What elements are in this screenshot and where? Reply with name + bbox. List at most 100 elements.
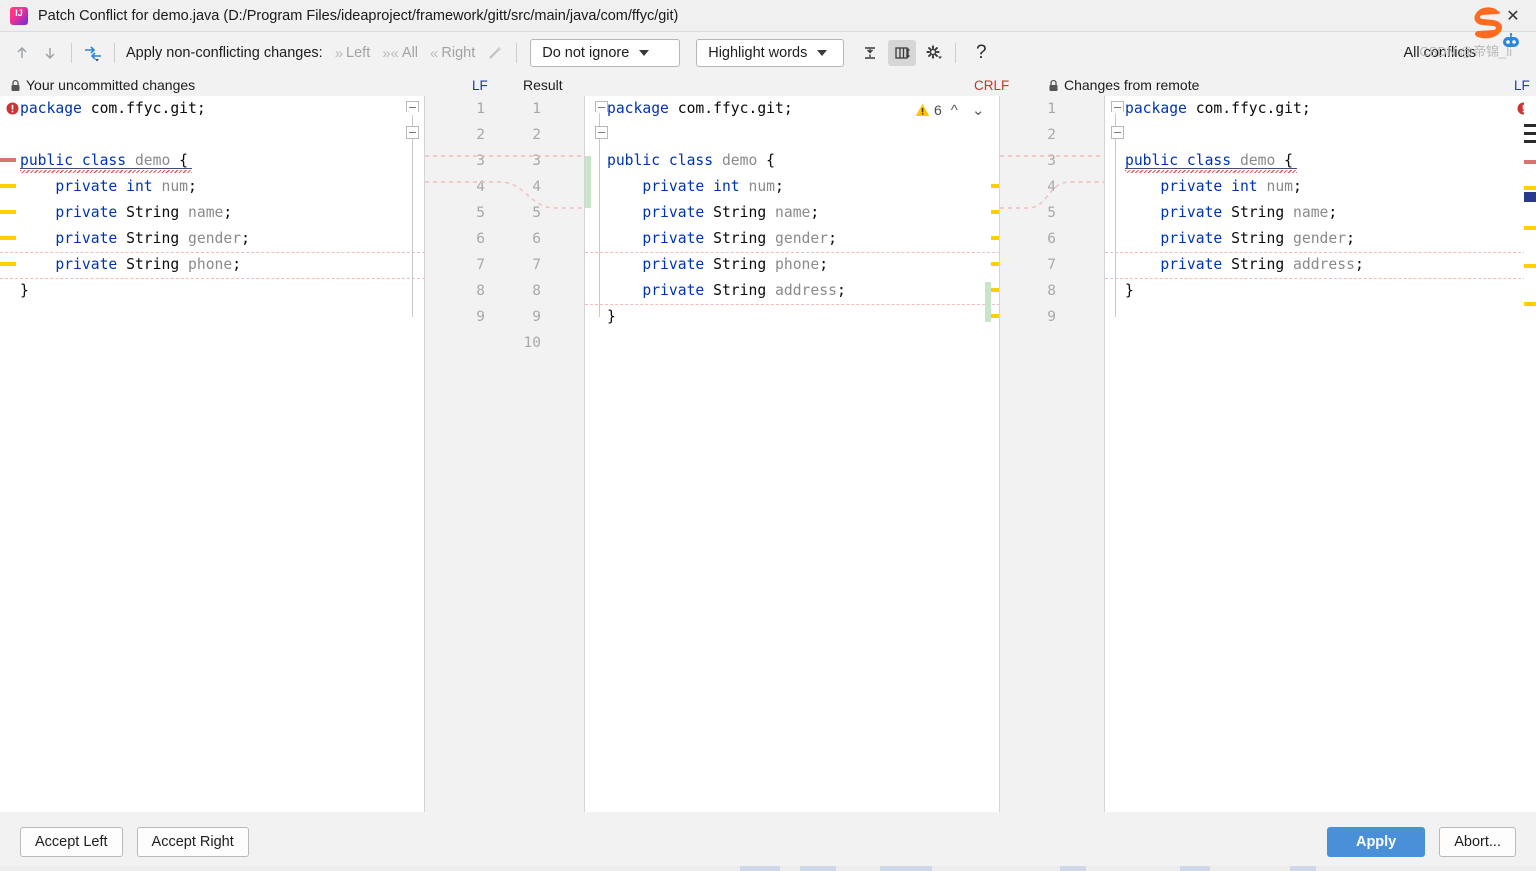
apply-button[interactable]: Apply xyxy=(1326,826,1426,857)
code-token: int xyxy=(713,178,740,195)
help-icon[interactable]: ? xyxy=(967,40,995,66)
left-fold-marker-2[interactable] xyxy=(406,126,419,139)
center-editor-pane[interactable]: package com.ffyc.git; public class demo … xyxy=(585,96,1000,812)
right-marker-strip[interactable] xyxy=(1524,96,1536,812)
editor-layout-icon[interactable] xyxy=(888,40,917,66)
right-fold-marker-1[interactable] xyxy=(1111,101,1124,112)
left-eol-label[interactable]: LF xyxy=(472,74,488,96)
code-token: String xyxy=(704,256,776,273)
apply-right-button[interactable]: « Right xyxy=(424,40,481,66)
line-number: 8 xyxy=(532,283,541,299)
bottom-scroll-indicator[interactable] xyxy=(0,866,1536,871)
code-line[interactable] xyxy=(607,122,1000,148)
code-line[interactable]: private String name; xyxy=(607,200,1000,226)
collapse-unchanged-icon[interactable] xyxy=(856,40,884,66)
warning-count: 6 xyxy=(934,102,942,118)
sogou-logo-icon xyxy=(1466,2,1508,44)
code-line[interactable]: package com.ffyc.git; xyxy=(20,96,425,122)
left-code-block[interactable]: package com.ffyc.git; public class demo … xyxy=(20,96,425,330)
code-line[interactable]: private String address; xyxy=(607,278,1000,304)
code-line[interactable]: } xyxy=(1125,278,1536,304)
right-fold-marker-2[interactable] xyxy=(1111,126,1124,139)
code-token: num xyxy=(1266,178,1294,195)
line-number: 4 xyxy=(476,179,485,195)
line-number: 3 xyxy=(532,153,541,169)
chevron-up-icon[interactable]: ^ xyxy=(946,102,963,119)
code-line[interactable]: private int num; xyxy=(20,174,425,200)
code-token: demo xyxy=(721,152,758,169)
highlight-policy-dropdown[interactable]: Highlight words xyxy=(696,39,845,67)
code-line[interactable]: private String gender; xyxy=(20,226,425,252)
code-line[interactable] xyxy=(20,122,425,148)
chevron-down-icon-nav[interactable]: ⌄ xyxy=(967,101,990,119)
code-line[interactable]: private String name; xyxy=(1125,200,1536,226)
code-token: private xyxy=(55,230,118,247)
marker-caret xyxy=(1524,192,1536,202)
code-line[interactable]: private String gender; xyxy=(1125,226,1536,252)
chevron-left-double-icon: « xyxy=(430,44,439,62)
code-line[interactable]: private String address; xyxy=(1125,252,1536,278)
line-number: 8 xyxy=(1047,283,1056,299)
line-number: 7 xyxy=(476,257,485,273)
code-line[interactable] xyxy=(607,330,1000,356)
code-line[interactable]: package com.ffyc.git; xyxy=(1125,96,1536,122)
right-code-block[interactable]: package com.ffyc.git; public class demo … xyxy=(1125,96,1536,330)
title-bar: Patch Conflict for demo.java (D:/Program… xyxy=(0,0,1536,32)
code-line[interactable]: } xyxy=(607,304,1000,330)
code-line[interactable]: private int num; xyxy=(607,174,1000,200)
gear-icon[interactable] xyxy=(920,40,948,66)
abort-button[interactable]: Abort... xyxy=(1439,826,1516,857)
code-token: String xyxy=(117,204,189,221)
code-token: class xyxy=(668,152,714,169)
code-token: ; xyxy=(836,282,846,299)
apply-left-button[interactable]: » Left xyxy=(329,40,377,66)
code-line[interactable] xyxy=(1125,122,1536,148)
next-difference-button[interactable] xyxy=(36,40,64,66)
accept-left-button[interactable]: Accept Left xyxy=(20,826,123,857)
previous-difference-button[interactable] xyxy=(8,40,36,66)
code-line[interactable]: private String gender; xyxy=(607,226,1000,252)
apply-all-button[interactable]: »« All xyxy=(376,40,424,66)
marker-warn-1 xyxy=(1524,186,1536,190)
magic-resolve-icon[interactable] xyxy=(481,40,509,66)
right-eol-label[interactable]: LF xyxy=(1514,74,1530,96)
error-icon[interactable] xyxy=(6,102,19,115)
code-line[interactable]: private String phone; xyxy=(20,252,425,278)
code-token: String xyxy=(1222,230,1294,247)
code-line[interactable]: private int num; xyxy=(1125,174,1536,200)
code-token: ; xyxy=(819,256,829,273)
left-error-squiggle xyxy=(20,170,192,173)
code-line[interactable]: } xyxy=(20,278,425,304)
left-fold-column[interactable] xyxy=(404,96,422,812)
center-eol-label[interactable]: CRLF xyxy=(974,74,1009,96)
code-line[interactable]: private String name; xyxy=(20,200,425,226)
code-line[interactable]: private String phone; xyxy=(607,252,1000,278)
toolbar-divider xyxy=(71,43,72,63)
line-number: 8 xyxy=(476,283,485,299)
code-token: { xyxy=(170,152,189,169)
marker-warn-4 xyxy=(1524,302,1536,306)
code-line[interactable] xyxy=(1125,304,1536,330)
code-token: private xyxy=(642,256,705,273)
apply-non-conflicting-icon[interactable] xyxy=(79,40,107,66)
code-token: gender xyxy=(1293,230,1347,247)
code-line[interactable]: public class demo { xyxy=(607,148,1000,174)
apply-non-conflicting-label: Apply non-conflicting changes: xyxy=(126,45,323,61)
code-line[interactable] xyxy=(20,304,425,330)
right-editor-pane[interactable]: package com.ffyc.git; public class demo … xyxy=(1105,96,1536,812)
left-editor-pane[interactable]: package com.ffyc.git; public class demo … xyxy=(0,96,425,812)
code-token: String xyxy=(1222,256,1294,273)
ignore-policy-dropdown[interactable]: Do not ignore xyxy=(530,39,681,67)
warning-inspection-badge[interactable]: 6 ^ ⌄ xyxy=(915,101,989,119)
code-token: name xyxy=(1293,204,1329,221)
center-code-block[interactable]: package com.ffyc.git; public class demo … xyxy=(607,96,1000,356)
patch-conflict-window: Patch Conflict for demo.java (D:/Program… xyxy=(0,0,1536,871)
line-number: 9 xyxy=(532,309,541,325)
code-token: private xyxy=(55,256,118,273)
accept-right-button[interactable]: Accept Right xyxy=(136,826,249,857)
left-fold-marker-1[interactable] xyxy=(406,101,419,112)
